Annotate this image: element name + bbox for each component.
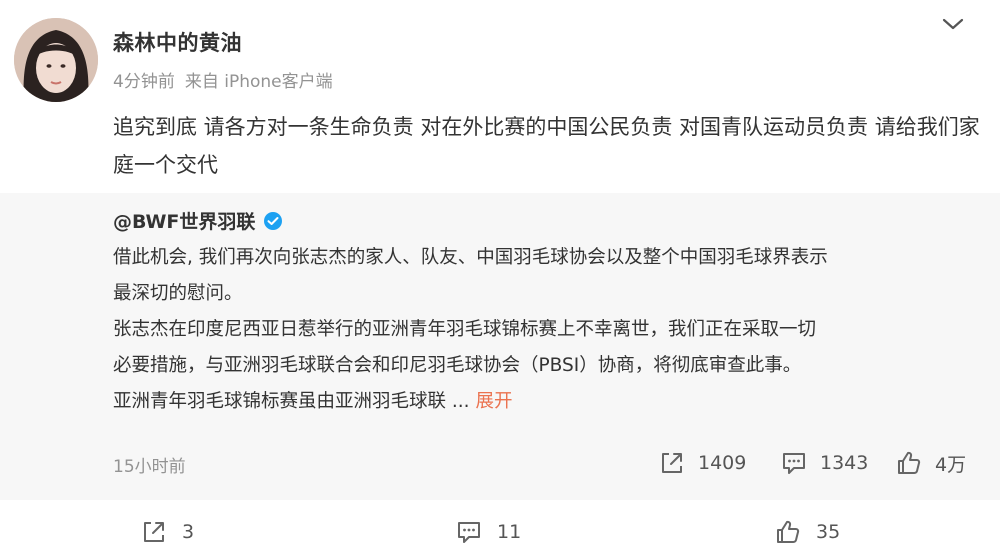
repost-time[interactable]: 15小时前 <box>113 452 186 477</box>
repost-line-last: 亚洲青年羽毛球锦标赛虽由亚洲羽毛球联 ... 展开 <box>113 384 983 420</box>
repost-like-count: 4万 <box>935 453 967 476</box>
repost-like-button[interactable]: 4万 <box>895 449 966 477</box>
like-button[interactable]: 35 <box>774 518 840 546</box>
share-count: 3 <box>182 521 195 543</box>
comment-icon <box>783 453 805 474</box>
post-meta: 4分钟前 来自 iPhone客户端 <box>113 67 333 92</box>
like-count: 35 <box>816 521 841 543</box>
repost-icon <box>662 453 682 473</box>
repost-share-button[interactable]: 1409 <box>658 449 746 477</box>
avatar[interactable] <box>14 18 98 102</box>
repost-card[interactable]: @BWF世界羽联 借此机会, 我们再次向张志杰的家人、队友、中国羽毛球协会以及整… <box>0 193 1000 500</box>
repost-line: 最深切的慰问。 <box>113 283 243 304</box>
comment-count: 11 <box>497 521 522 543</box>
post-content: 追究到底 请各方对一条生命负责 对在外比赛的中国公民负责 对国青队运动员负责 请… <box>113 115 980 177</box>
avatar-image <box>14 18 98 102</box>
post-time[interactable]: 4分钟前 <box>113 72 175 92</box>
repost-header: @BWF世界羽联 <box>113 207 283 234</box>
expand-link[interactable]: 展开 <box>476 391 513 412</box>
comment-icon <box>458 522 480 543</box>
username[interactable]: 森林中的黄油 <box>113 27 242 57</box>
share-button[interactable]: 3 <box>140 518 194 546</box>
repost-username[interactable]: @BWF世界羽联 <box>113 207 255 234</box>
repost-comment-count: 1343 <box>820 452 869 474</box>
repost-text: 借此机会, 我们再次向张志杰的家人、队友、中国羽毛球协会以及整个中国羽毛球界表示… <box>113 240 983 420</box>
weibo-post: 森林中的黄油 4分钟前 来自 iPhone客户端 追究到底 请各方对一条生命负责 … <box>0 0 1000 555</box>
verified-badge-icon <box>264 211 283 230</box>
repost-icon <box>144 522 164 542</box>
like-icon <box>898 451 921 474</box>
comment-button[interactable]: 11 <box>455 518 521 546</box>
repost-comment-button[interactable]: 1343 <box>780 449 868 477</box>
like-icon <box>777 520 800 543</box>
repost-share-count: 1409 <box>698 452 747 474</box>
repost-line: 必要措施，与亚洲羽毛球联合会和印尼羽毛球协会（PBSI）协商，将彻底审查此事。 <box>113 355 802 376</box>
repost-line: 张志杰在印度尼西亚日惹举行的亚洲青年羽毛球锦标赛上不幸离世，我们正在采取一切 <box>113 319 817 340</box>
repost-line: 借此机会, 我们再次向张志杰的家人、队友、中国羽毛球协会以及整个中国羽毛球界表示 <box>113 247 828 268</box>
chevron-down-icon[interactable] <box>938 12 968 36</box>
repost-line: 亚洲青年羽毛球锦标赛虽由亚洲羽毛球联 ... <box>113 391 470 412</box>
post-source: 来自 iPhone客户端 <box>184 72 333 92</box>
